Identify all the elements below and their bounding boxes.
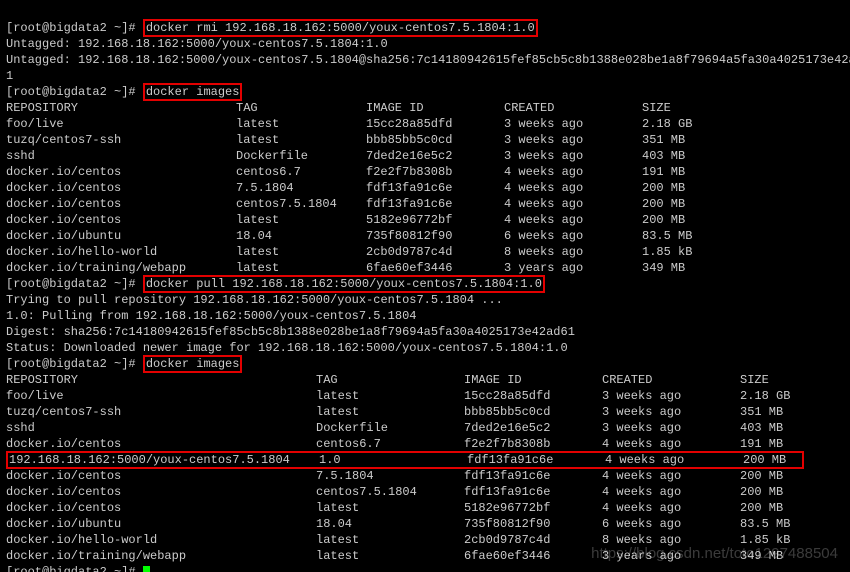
table-row: docker.io/ubuntu18.04735f80812f906 weeks… [6, 517, 790, 531]
table-row: sshdDockerfile7ded2e16e5c23 weeks ago403… [6, 149, 685, 163]
terminal-output[interactable]: [root@bigdata2 ~]# docker rmi 192.168.18… [0, 0, 850, 572]
rmi-output-untagged1: Untagged: 192.168.18.162:5000/youx-cento… [6, 37, 388, 51]
pull-output-trying: Trying to pull repository 192.168.18.162… [6, 293, 503, 307]
table-row: docker.io/ubuntu18.04735f80812f906 weeks… [6, 229, 692, 243]
table-row: tuzq/centos7-sshlatestbbb85bb5c0cd3 week… [6, 133, 685, 147]
table-row: docker.io/training/webapplatest6fae60ef3… [6, 261, 685, 275]
prompt: [root@bigdata2 ~]# [6, 277, 136, 291]
prompt: [root@bigdata2 ~]# [6, 85, 136, 99]
images2-headers: REPOSITORYTAGIMAGE IDCREATEDSIZE [6, 373, 769, 387]
table-row: docker.io/centoscentos6.7f2e2f7b8308b4 w… [6, 437, 783, 451]
table-row: docker.io/training/webapplatest6fae60ef3… [6, 549, 783, 563]
table-row: docker.io/centos7.5.1804fdf13fa91c6e4 we… [6, 469, 783, 483]
cursor-icon[interactable] [143, 566, 150, 572]
table-row: docker.io/centoslatest5182e96772bf4 week… [6, 501, 783, 515]
pull-output-pulling: 1.0: Pulling from 192.168.18.162:5000/yo… [6, 309, 416, 323]
table-row: foo/livelatest15cc28a85dfd3 weeks ago2.1… [6, 389, 790, 403]
table-row: docker.io/centoslatest5182e96772bf4 week… [6, 213, 685, 227]
pull-output-status: Status: Downloaded newer image for 192.1… [6, 341, 568, 355]
table-row: docker.io/hello-worldlatest2cb0d9787c4d8… [6, 533, 790, 547]
highlighted-pulled-image-row: 192.168.18.162:5000/youx-centos7.5.18041… [6, 451, 804, 469]
table-row: docker.io/centoscentos7.5.1804fdf13fa91c… [6, 485, 783, 499]
pull-output-digest: Digest: sha256:7c14180942615fef85cb5c8b1… [6, 325, 575, 339]
cmd-docker-images-1: docker images [143, 83, 243, 101]
prompt: [root@bigdata2 ~]# [6, 565, 136, 572]
prompt: [root@bigdata2 ~]# [6, 357, 136, 371]
cmd-docker-rmi: docker rmi 192.168.18.162:5000/youx-cent… [143, 19, 538, 37]
table-row: docker.io/centoscentos6.7f2e2f7b8308b4 w… [6, 165, 685, 179]
cmd-docker-pull: docker pull 192.168.18.162:5000/youx-cen… [143, 275, 545, 293]
table-row: sshdDockerfile7ded2e16e5c23 weeks ago403… [6, 421, 783, 435]
table-row: docker.io/centos7.5.1804fdf13fa91c6e4 we… [6, 181, 685, 195]
table-row: docker.io/hello-worldlatest2cb0d9787c4d8… [6, 245, 692, 259]
prompt: [root@bigdata2 ~]# [6, 21, 136, 35]
table-row: foo/livelatest15cc28a85dfd3 weeks ago2.1… [6, 117, 692, 131]
table-row: tuzq/centos7-sshlatestbbb85bb5c0cd3 week… [6, 405, 783, 419]
rmi-output-untagged2: Untagged: 192.168.18.162:5000/youx-cento… [6, 53, 850, 67]
cmd-docker-images-2: docker images [143, 355, 243, 373]
table-row: docker.io/centoscentos7.5.1804fdf13fa91c… [6, 197, 685, 211]
images1-headers: REPOSITORYTAGIMAGE IDCREATEDSIZE [6, 101, 671, 115]
rmi-output-untagged2-cont: 1 [6, 69, 13, 83]
